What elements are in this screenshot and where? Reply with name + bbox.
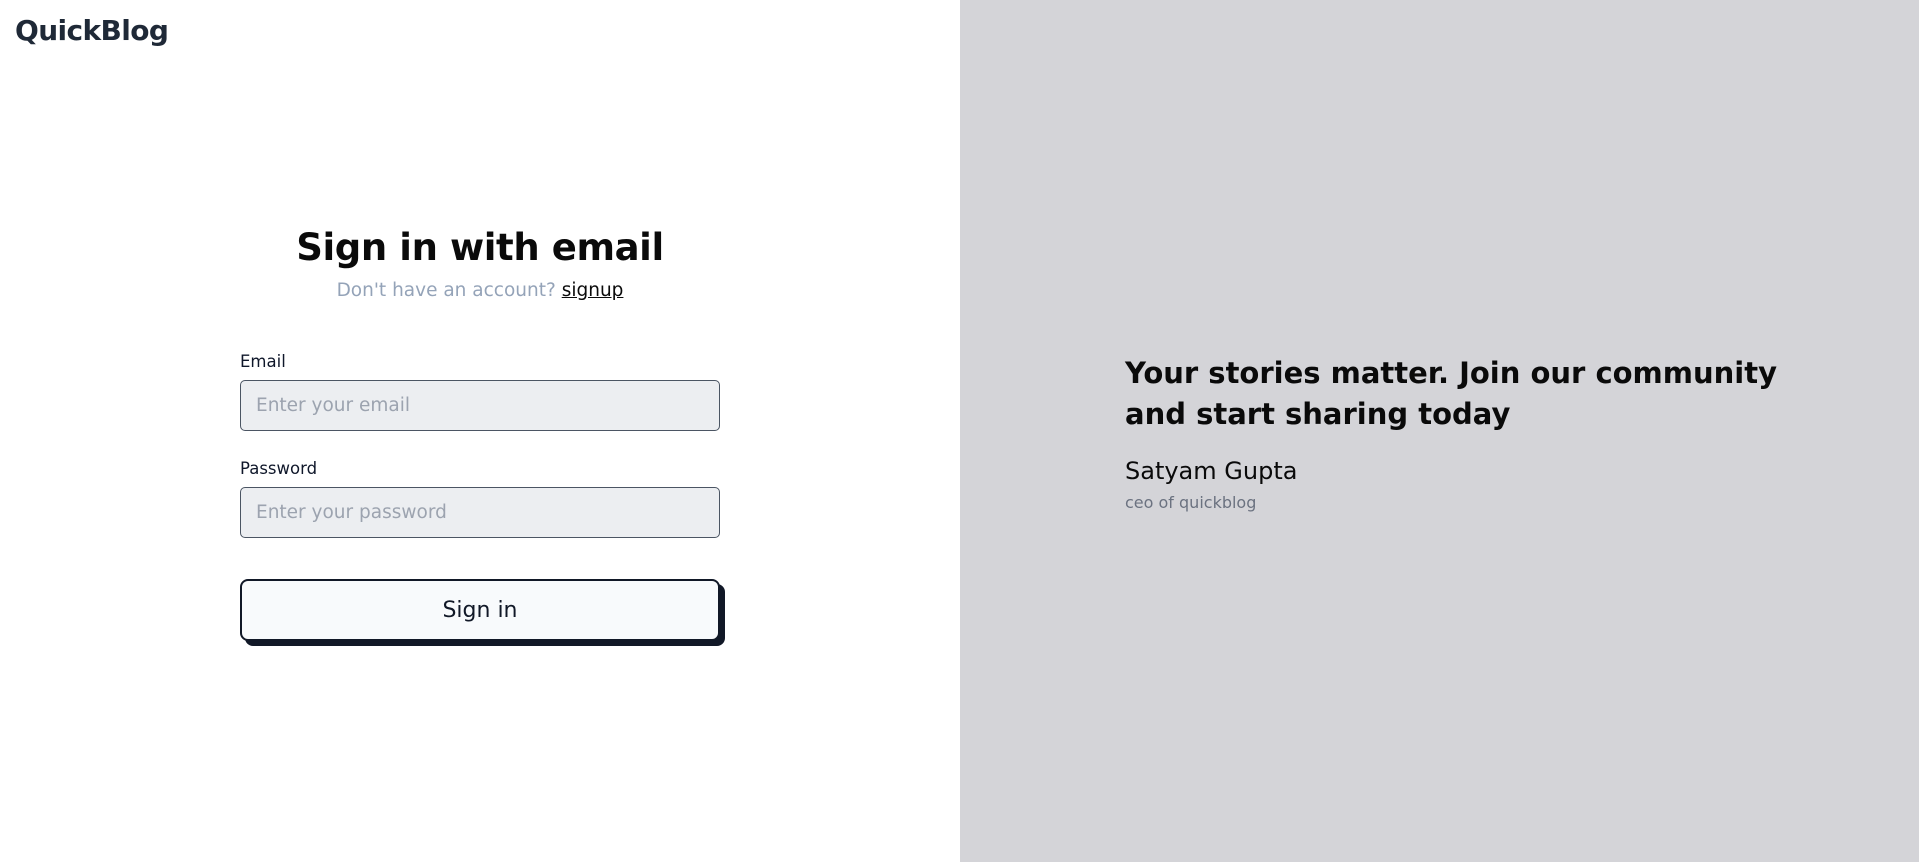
email-field[interactable] (240, 380, 720, 431)
signup-prompt-text: Don't have an account? (336, 280, 556, 301)
testimonial-panel: Your stories matter. Join our community … (960, 0, 1919, 862)
password-field[interactable] (240, 487, 720, 538)
page-title: Sign in with email (296, 226, 664, 269)
sign-in-button[interactable]: Sign in (240, 579, 720, 641)
testimonial-author-role: ceo of quickblog (1125, 493, 1257, 512)
signup-prompt: Don't have an account? signup (0, 280, 960, 301)
brand-logo[interactable]: QuickBlog (15, 14, 169, 47)
signin-panel: QuickBlog Sign in with email Don't have … (0, 0, 960, 862)
email-label: Email (240, 352, 286, 371)
signin-page: QuickBlog Sign in with email Don't have … (0, 0, 1919, 862)
signup-link[interactable]: signup (562, 280, 624, 301)
testimonial-author: Satyam Gupta (1125, 457, 1298, 485)
testimonial-quote: Your stories matter. Join our community … (1125, 356, 1777, 431)
password-label: Password (240, 459, 318, 478)
